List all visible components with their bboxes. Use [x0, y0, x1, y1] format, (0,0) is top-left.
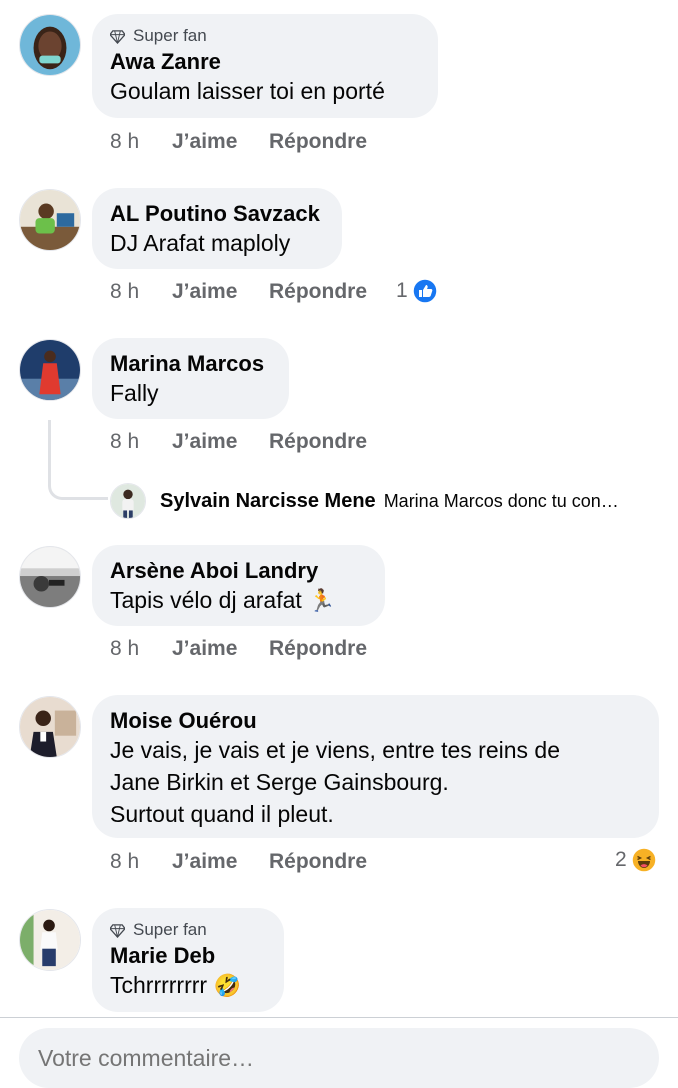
reply-thread-line: [48, 420, 108, 500]
comment-bubble: Marina Marcos Fally: [92, 338, 289, 419]
reply-avatar[interactable]: [110, 483, 146, 519]
comment-text: Tapis vélo dj arafat 🏃: [110, 584, 367, 618]
reply-button[interactable]: Répondre: [269, 430, 367, 454]
rolling-laughing-emoji: 🤣: [213, 974, 241, 999]
reply-button[interactable]: Répondre: [269, 280, 367, 304]
comment-time[interactable]: 8 h: [110, 850, 172, 874]
avatar[interactable]: [19, 546, 81, 608]
avatar[interactable]: [19, 339, 81, 401]
like-button[interactable]: J’aime: [172, 430, 269, 454]
comment-text-line: Je vais, je vais et je viens, entre tes …: [110, 737, 560, 763]
reply-button[interactable]: Répondre: [269, 130, 367, 154]
comment-input[interactable]: [19, 1028, 659, 1088]
reply-button[interactable]: Répondre: [269, 850, 367, 874]
like-reaction-icon: [411, 278, 438, 304]
comment-time[interactable]: 8 h: [110, 280, 172, 304]
like-button[interactable]: J’aime: [172, 130, 269, 154]
comment-author[interactable]: AL Poutino Savzack: [110, 200, 324, 227]
reaction-count: 2: [615, 848, 627, 871]
comment-text-body: Tapis vélo dj arafat: [110, 587, 302, 613]
comment-author[interactable]: Moise Ouérou: [110, 707, 641, 734]
comment-text-line: Surtout quand il pleut.: [110, 801, 334, 827]
comment-bubble: Super fan Marie Deb Tchrrrrrrrr 🤣: [92, 908, 284, 1012]
comment-text-line: Jane Birkin et Serge Gainsbourg.: [110, 769, 449, 795]
reaction-count: 1: [396, 279, 408, 302]
comment-bubble: Arsène Aboi Landry Tapis vélo dj arafat …: [92, 545, 385, 626]
reply-preview[interactable]: Sylvain Narcisse Mene Marina Marcos donc…: [110, 482, 619, 520]
comment-text: Fally: [110, 380, 159, 406]
running-emoji: 🏃: [308, 589, 336, 614]
comment-time[interactable]: 8 h: [110, 130, 172, 154]
diamond-icon: [110, 29, 125, 44]
composer-divider: [0, 1017, 678, 1018]
comment-author[interactable]: Arsène Aboi Landry: [110, 557, 367, 584]
like-button[interactable]: J’aime: [172, 280, 269, 304]
comment-text-body: Tchrrrrrrrr: [110, 972, 208, 998]
badge-label: Super fan: [133, 920, 207, 939]
comment-time[interactable]: 8 h: [110, 637, 172, 661]
like-button[interactable]: J’aime: [172, 637, 269, 661]
haha-reaction-icon: [630, 847, 657, 873]
super-fan-badge: Super fan: [110, 920, 266, 940]
comment-actions: 8 h J’aime Répondre: [110, 280, 367, 304]
comment-bubble: Super fan Awa Zanre Goulam laisser toi e…: [92, 14, 438, 118]
comment-bubble: Moise Ouérou Je vais, je vais et je vien…: [92, 695, 659, 838]
comment-author[interactable]: Marina Marcos: [110, 350, 271, 377]
super-fan-badge: Super fan: [110, 26, 420, 46]
comment-actions: 8 h J’aime Répondre: [110, 850, 367, 874]
comment-text: Goulam laisser toi en porté: [110, 78, 385, 104]
reaction-summary[interactable]: 2: [615, 847, 657, 873]
comment-text: DJ Arafat maploly: [110, 230, 291, 256]
avatar[interactable]: [19, 189, 81, 251]
like-button[interactable]: J’aime: [172, 850, 269, 874]
avatar[interactable]: [19, 14, 81, 76]
comment-time[interactable]: 8 h: [110, 430, 172, 454]
comment-actions: 8 h J’aime Répondre: [110, 430, 367, 454]
diamond-icon: [110, 923, 125, 938]
comment-author[interactable]: Awa Zanre: [110, 48, 420, 75]
reply-button[interactable]: Répondre: [269, 637, 367, 661]
reaction-summary[interactable]: 1: [396, 278, 438, 304]
reply-text: Marina Marcos donc tu con…: [383, 490, 619, 511]
badge-label: Super fan: [133, 26, 207, 45]
comment-text: Tchrrrrrrrr 🤣: [110, 969, 266, 1003]
comment-author[interactable]: Marie Deb: [110, 942, 266, 969]
comment-actions: 8 h J’aime Répondre: [110, 130, 367, 154]
avatar[interactable]: [19, 696, 81, 758]
reply-author[interactable]: Sylvain Narcisse Mene: [160, 490, 376, 513]
comment-bubble: AL Poutino Savzack DJ Arafat maploly: [92, 188, 342, 269]
comment-actions: 8 h J’aime Répondre: [110, 637, 367, 661]
avatar[interactable]: [19, 909, 81, 971]
